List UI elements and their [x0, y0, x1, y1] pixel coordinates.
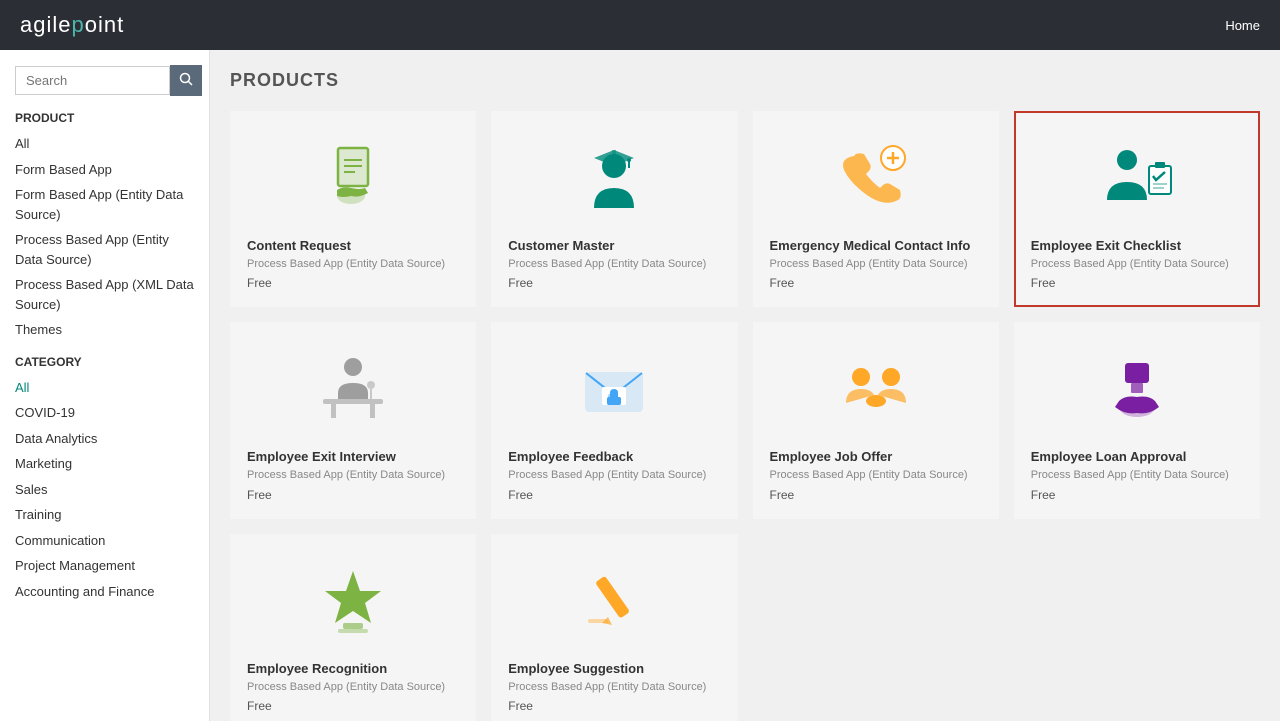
product-icon-employee-loan-approval — [1031, 339, 1243, 439]
product-price: Free — [508, 488, 533, 502]
sidebar-category-cat-sales[interactable]: Sales — [15, 477, 194, 503]
product-icon-content-request — [247, 128, 459, 228]
product-name: Emergency Medical Contact Info — [770, 238, 971, 253]
search-input[interactable] — [15, 66, 170, 95]
product-type: Process Based App (Entity Data Source) — [1031, 468, 1229, 483]
product-card-customer-master[interactable]: Customer Master Process Based App (Entit… — [491, 111, 737, 307]
product-icon-customer-master — [508, 128, 720, 228]
product-name: Employee Exit Interview — [247, 449, 396, 464]
category-filter-list: AllCOVID-19Data AnalyticsMarketingSalesT… — [15, 375, 194, 605]
sidebar-product-process-based-app-xml[interactable]: Process Based App (XML Data Source) — [15, 272, 194, 317]
product-icon-employee-exit-interview — [247, 339, 459, 439]
product-price: Free — [508, 276, 533, 290]
sidebar-category-cat-communication[interactable]: Communication — [15, 528, 194, 554]
product-icon-employee-exit-checklist — [1031, 128, 1243, 228]
sidebar-category-cat-analytics[interactable]: Data Analytics — [15, 426, 194, 452]
product-card-employee-feedback[interactable]: Employee Feedback Process Based App (Ent… — [491, 322, 737, 518]
product-icon-emergency-medical — [770, 128, 982, 228]
product-type: Process Based App (Entity Data Source) — [247, 680, 445, 695]
sidebar-product-form-based-app-entity[interactable]: Form Based App (Entity Data Source) — [15, 182, 194, 227]
product-price: Free — [247, 699, 272, 713]
sidebar-category-cat-marketing[interactable]: Marketing — [15, 451, 194, 477]
sidebar-product-process-based-app-entity[interactable]: Process Based App (Entity Data Source) — [15, 227, 194, 272]
product-name: Customer Master — [508, 238, 614, 253]
products-grid: Content Request Process Based App (Entit… — [230, 111, 1260, 721]
sidebar-product-all[interactable]: All — [15, 131, 194, 157]
category-section-title: CATEGORY — [15, 355, 194, 369]
sidebar-category-cat-all[interactable]: All — [15, 375, 194, 401]
product-type: Process Based App (Entity Data Source) — [508, 257, 706, 272]
product-card-emergency-medical[interactable]: Emergency Medical Contact Info Process B… — [753, 111, 999, 307]
product-card-employee-exit-checklist[interactable]: Employee Exit Checklist Process Based Ap… — [1014, 111, 1260, 307]
product-type: Process Based App (Entity Data Source) — [770, 468, 968, 483]
product-type: Process Based App (Entity Data Source) — [508, 680, 706, 695]
sidebar-category-cat-training[interactable]: Training — [15, 502, 194, 528]
nav-home[interactable]: Home — [1225, 18, 1260, 33]
product-price: Free — [508, 699, 533, 713]
product-name: Content Request — [247, 238, 351, 253]
product-name: Employee Loan Approval — [1031, 449, 1187, 464]
product-card-employee-recognition[interactable]: Employee Recognition Process Based App (… — [230, 534, 476, 721]
product-card-employee-loan-approval[interactable]: Employee Loan Approval Process Based App… — [1014, 322, 1260, 518]
product-type: Process Based App (Entity Data Source) — [508, 468, 706, 483]
product-card-employee-job-offer[interactable]: Employee Job Offer Process Based App (En… — [753, 322, 999, 518]
sidebar-product-themes[interactable]: Themes — [15, 317, 194, 343]
product-type: Process Based App (Entity Data Source) — [247, 468, 445, 483]
product-section-title: PRODUCT — [15, 111, 194, 125]
product-price: Free — [770, 488, 795, 502]
product-price: Free — [247, 276, 272, 290]
sidebar: PRODUCT AllForm Based AppForm Based App … — [0, 50, 210, 721]
product-name: Employee Recognition — [247, 661, 387, 676]
sidebar-product-form-based-app[interactable]: Form Based App — [15, 157, 194, 183]
main-content: PRODUCTS Content Request Process Based A… — [210, 50, 1280, 721]
search-button[interactable] — [170, 65, 202, 96]
product-card-employee-exit-interview[interactable]: Employee Exit Interview Process Based Ap… — [230, 322, 476, 518]
product-icon-employee-suggestion — [508, 551, 720, 651]
product-name: Employee Feedback — [508, 449, 633, 464]
search-box — [15, 65, 194, 96]
product-card-content-request[interactable]: Content Request Process Based App (Entit… — [230, 111, 476, 307]
product-icon-employee-recognition — [247, 551, 459, 651]
product-price: Free — [247, 488, 272, 502]
product-icon-employee-feedback — [508, 339, 720, 439]
header: agilepoint Home — [0, 0, 1280, 50]
sidebar-category-cat-project[interactable]: Project Management — [15, 553, 194, 579]
product-type: Process Based App (Entity Data Source) — [247, 257, 445, 272]
product-type: Process Based App (Entity Data Source) — [1031, 257, 1229, 272]
product-price: Free — [1031, 488, 1056, 502]
product-type: Process Based App (Entity Data Source) — [770, 257, 968, 272]
product-card-employee-suggestion[interactable]: Employee Suggestion Process Based App (E… — [491, 534, 737, 721]
product-price: Free — [770, 276, 795, 290]
product-name: Employee Job Offer — [770, 449, 893, 464]
product-name: Employee Suggestion — [508, 661, 644, 676]
product-icon-employee-job-offer — [770, 339, 982, 439]
product-filter-list: AllForm Based AppForm Based App (Entity … — [15, 131, 194, 343]
product-price: Free — [1031, 276, 1056, 290]
product-name: Employee Exit Checklist — [1031, 238, 1181, 253]
logo: agilepoint — [20, 12, 124, 38]
sidebar-category-cat-covid[interactable]: COVID-19 — [15, 400, 194, 426]
page-title: PRODUCTS — [230, 70, 1260, 91]
sidebar-category-cat-accounting[interactable]: Accounting and Finance — [15, 579, 194, 605]
